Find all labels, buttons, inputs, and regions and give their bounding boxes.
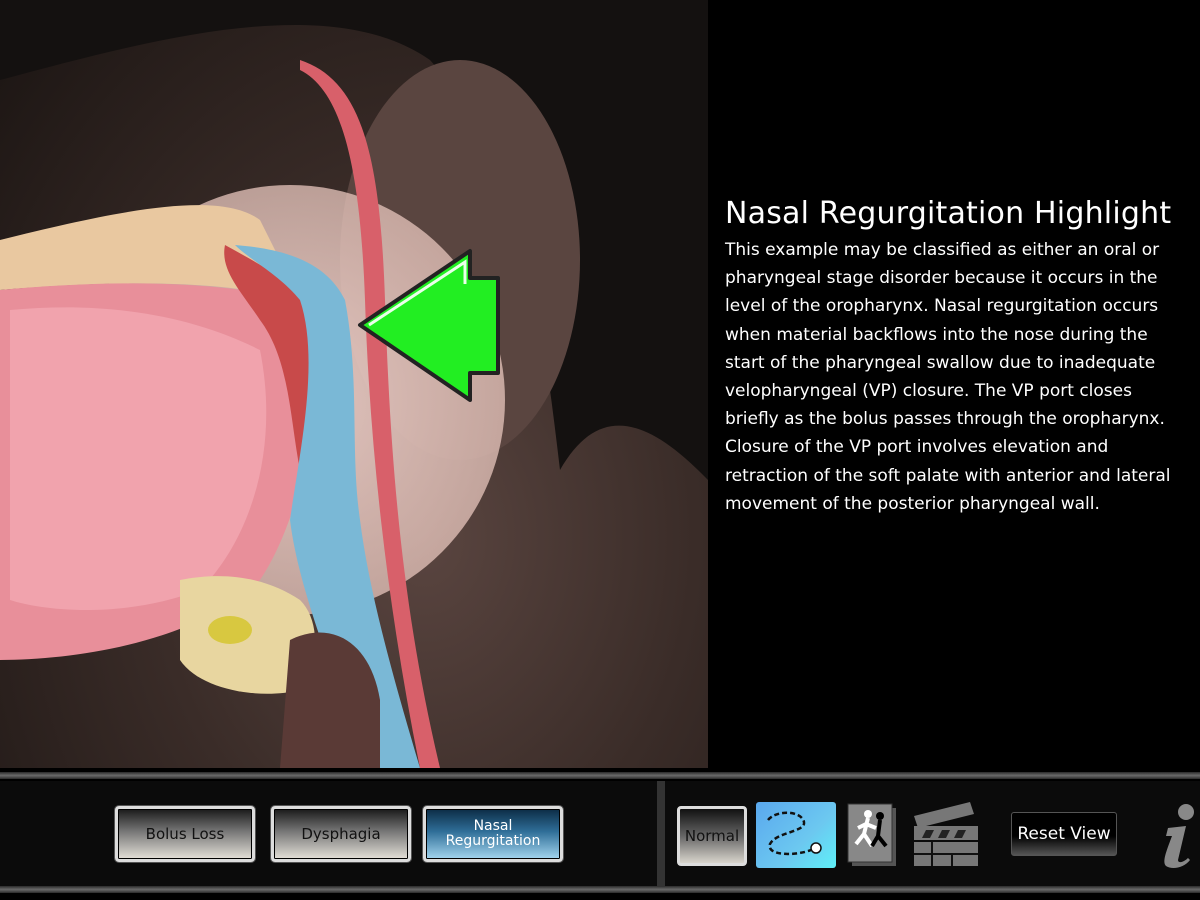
toolbar-divider xyxy=(657,781,665,886)
reset-view-label: Reset View xyxy=(1017,824,1111,844)
info-icon xyxy=(1164,804,1194,868)
path-trace-icon xyxy=(767,811,822,856)
highlight-arrow-icon xyxy=(358,249,500,402)
anatomy-view[interactable] xyxy=(0,0,708,768)
path-trace-button[interactable] xyxy=(756,802,836,868)
video-button[interactable] xyxy=(912,800,980,868)
info-button[interactable] xyxy=(1152,800,1200,870)
info-title: Nasal Regurgitation Highlight xyxy=(725,196,1172,231)
dysphagia-label: Dysphagia xyxy=(301,825,381,843)
anatomy-illustration xyxy=(0,0,708,768)
bolus-loss-button[interactable]: Bolus Loss xyxy=(115,806,255,862)
nasal-regurgitation-button[interactable]: Nasal Regurgitation xyxy=(423,806,563,862)
bolus-loss-label: Bolus Loss xyxy=(145,825,225,843)
normal-mode-button[interactable]: Normal xyxy=(677,806,747,866)
dysphagia-button[interactable]: Dysphagia xyxy=(271,806,411,862)
animation-button[interactable] xyxy=(846,802,898,868)
info-panel: Nasal Regurgitation Highlight This examp… xyxy=(725,196,1185,518)
normal-label: Normal xyxy=(684,827,740,845)
nasal-regurgitation-label: Nasal Regurgitation xyxy=(445,818,541,849)
reset-view-button[interactable]: Reset View xyxy=(1011,812,1117,856)
clapperboard-icon xyxy=(914,802,978,866)
running-figure-film-icon xyxy=(847,803,896,866)
info-body: This example may be classified as either… xyxy=(725,240,1171,514)
